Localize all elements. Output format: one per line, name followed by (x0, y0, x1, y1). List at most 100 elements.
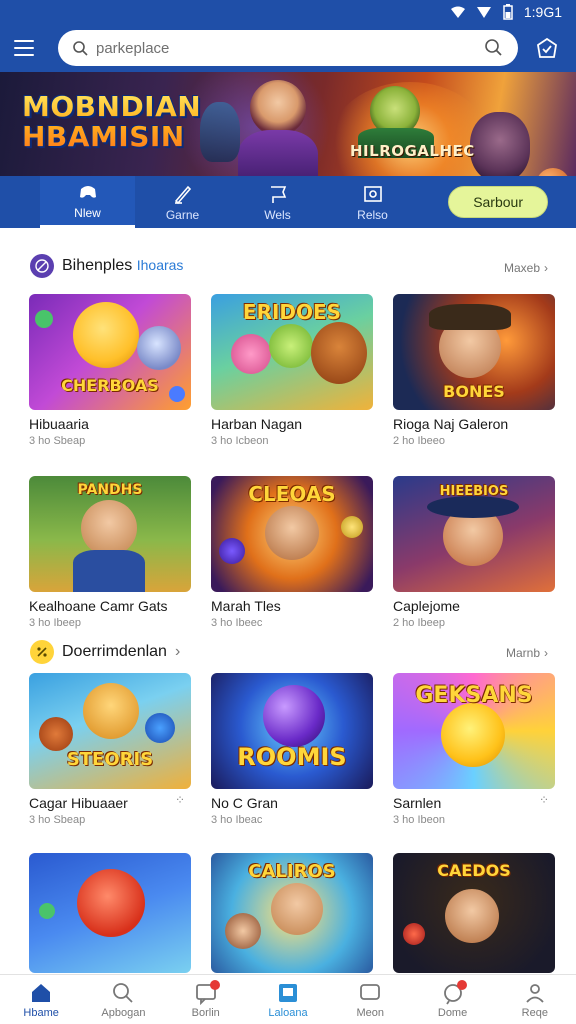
game-meta: 3 ho Sbeap (29, 435, 86, 447)
thumb-character (271, 883, 323, 935)
game-title: Sarnlen (393, 795, 442, 811)
game-card[interactable]: PANDHS Kealhoane Camr Gats 3 ho Ibeep (29, 476, 191, 629)
menu-button[interactable] (14, 33, 44, 63)
thumb-orb (263, 685, 325, 747)
banner-title-line2: HBAMISIN (22, 120, 185, 153)
game-thumbnail: CAEDOS (393, 853, 555, 973)
chevron-right-icon: › (544, 646, 548, 660)
thumb-character (81, 500, 137, 556)
nav-label: Reqe (521, 1006, 548, 1019)
game-card[interactable]: STEORIS Cagar Hibuaaer 3 ho Sbeap ⁘ (29, 673, 191, 826)
thumb-title: PANDHS (77, 482, 143, 498)
thumb-character-hat (429, 304, 511, 330)
nav-messages[interactable]: Borlin (165, 975, 247, 1024)
game-card[interactable]: CALIROS (211, 853, 373, 973)
tab-worlds[interactable]: Wels (230, 176, 325, 228)
tab-reads[interactable]: Relso (325, 176, 420, 228)
nav-home[interactable]: Hbame (0, 975, 82, 1024)
game-meta: 2 ho Ibeep (393, 617, 445, 629)
section-header: Doerrimdenlan › (30, 640, 180, 664)
profile-icon (526, 983, 544, 1003)
game-title: Kealhoane Camr Gats (29, 598, 168, 614)
thumb-character (83, 683, 139, 739)
tab-games[interactable]: Garne (135, 176, 230, 228)
game-card[interactable] (29, 853, 191, 973)
thumb-title: GEKSANS (415, 683, 533, 708)
tab-label: Relso (357, 207, 388, 222)
tab-label: Wels (264, 207, 291, 222)
featured-banner[interactable]: MOBNDIAN HBAMISIN HILROGALHEC (0, 72, 576, 176)
banner-character-creature (470, 112, 530, 176)
signal-icon (476, 7, 491, 18)
nav-label: Borlin (191, 1006, 220, 1019)
home-icon (32, 983, 51, 1002)
notification-badge (456, 980, 467, 990)
nav-notifications[interactable]: Dome (411, 975, 493, 1024)
thumb-orb (35, 310, 53, 328)
game-thumbnail: PANDHS (29, 476, 191, 592)
thumb-title: CLEOAS (248, 482, 336, 506)
voice-search-icon[interactable] (482, 37, 504, 59)
thumb-title: ERIDOES (242, 300, 342, 324)
game-meta: 3 ho Ibeec (211, 617, 263, 629)
notification-badge (209, 980, 220, 990)
menu-line (14, 54, 34, 56)
game-thumbnail: ROOMIS (211, 673, 373, 789)
nav-chat[interactable]: Meon (329, 975, 411, 1024)
game-title: Rioga Naj Galeron (393, 416, 509, 432)
tab-label: Nlew (74, 206, 101, 220)
section-title-accent: Ihoaras (136, 257, 184, 273)
section-badge-icon (30, 640, 54, 664)
thumb-character (441, 703, 505, 767)
search-input[interactable] (96, 39, 474, 57)
more-options-icon[interactable]: ⁘ (539, 793, 549, 807)
game-card[interactable]: ROOMIS No C Gran 3 ho Ibeac (211, 673, 373, 826)
game-title: Caplejome (393, 598, 460, 614)
thumb-character-hat (427, 496, 519, 518)
nav-search[interactable]: Apbogan (82, 975, 164, 1024)
search-bar[interactable] (58, 30, 518, 66)
nav-library[interactable]: Laloana (247, 975, 329, 1024)
thumb-character (73, 302, 139, 368)
game-list: Bihenples Ihoaras Maxeb › CHERBOAS Hibua… (0, 228, 576, 974)
library-icon (278, 983, 297, 1002)
game-thumbnail: ERIDOES (211, 294, 373, 410)
game-card[interactable]: BONES Rioga Naj Galeron 2 ho Ibeeo (393, 294, 555, 447)
game-card[interactable]: ERIDOES Harban Nagan 3 ho Icbeon (211, 294, 373, 447)
thumb-character-body (73, 550, 145, 592)
banner-character-ghost (200, 102, 240, 162)
more-options-icon[interactable]: ⁘ (175, 793, 185, 807)
game-meta: 3 ho Ibeac (211, 814, 263, 826)
thumb-orb (219, 538, 245, 564)
tab-new[interactable]: Nlew (40, 176, 135, 228)
see-more-link[interactable]: Marnb › (506, 646, 548, 660)
game-card[interactable]: CAEDOS (393, 853, 555, 973)
thumb-character (137, 326, 181, 370)
section-title: Doerrimdenlan (62, 643, 167, 661)
thumb-orb (341, 516, 363, 538)
menu-line (14, 40, 34, 42)
game-title: Harban Nagan (211, 416, 303, 432)
store-icon[interactable] (532, 33, 562, 63)
tab-cta-button[interactable]: Sarbour (448, 186, 548, 218)
see-more-link[interactable]: Maxeb › (504, 261, 548, 275)
section-header: Bihenples Ihoaras (30, 254, 183, 278)
game-thumbnail: CHERBOAS (29, 294, 191, 410)
section-badge-icon (30, 254, 54, 278)
search-icon (73, 41, 88, 56)
wifi-icon (450, 6, 465, 18)
game-card[interactable]: CLEOAS Marah Tles 3 ho Ibeec (211, 476, 373, 629)
thumb-character (311, 322, 367, 384)
nav-label: Meon (356, 1006, 385, 1019)
game-thumbnail: HIEEBIOS (393, 476, 555, 592)
thumb-title: CALIROS (248, 861, 336, 882)
section-title-text: Bihenples (62, 257, 133, 274)
game-card[interactable]: CHERBOAS Hibuaaria 3 ho Sbeap (29, 294, 191, 447)
game-title: No C Gran (211, 795, 278, 811)
game-card[interactable]: HIEEBIOS Caplejome 2 ho Ibeep (393, 476, 555, 629)
thumb-character (265, 506, 319, 560)
menu-line (14, 47, 34, 49)
thumb-orb (403, 923, 425, 945)
game-card[interactable]: GEKSANS Sarnlen 3 ho Ibeon ⁘ (393, 673, 555, 826)
nav-profile[interactable]: Reqe (494, 975, 576, 1024)
